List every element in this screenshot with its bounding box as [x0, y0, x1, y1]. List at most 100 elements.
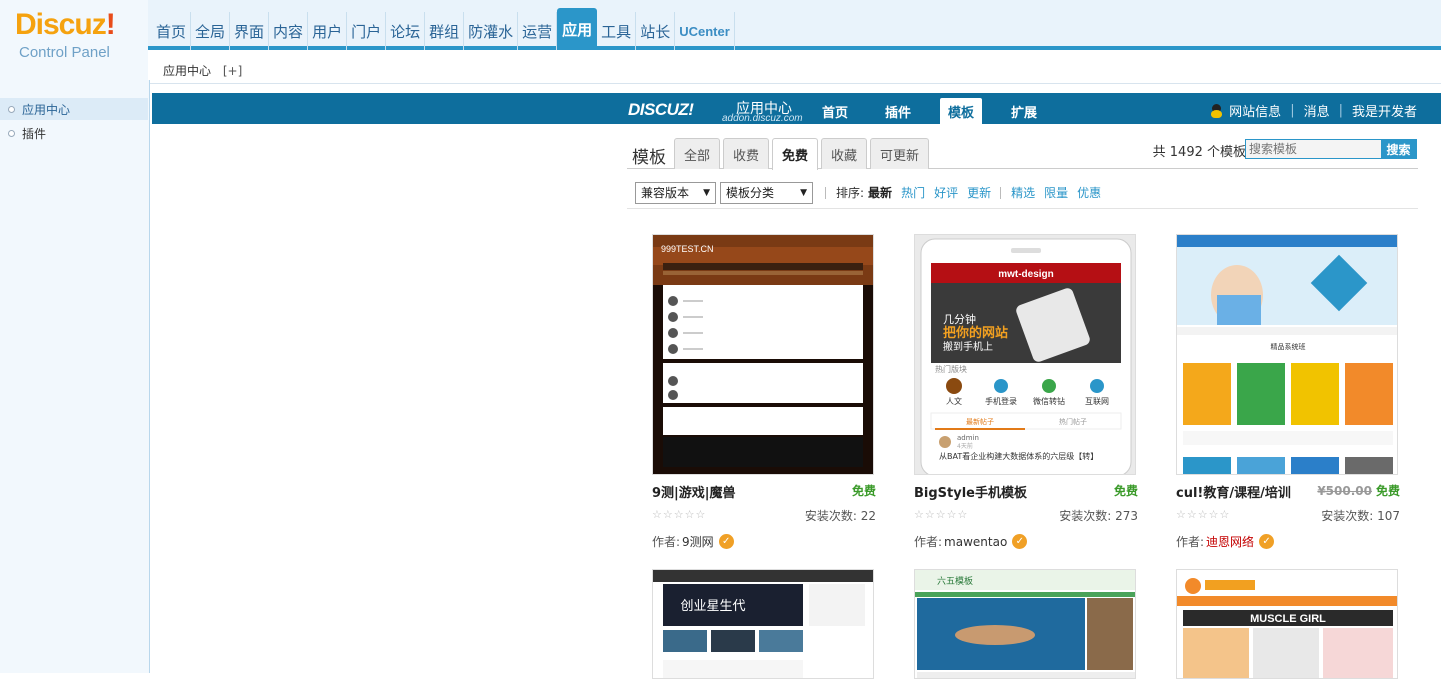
svg-text:几分钟: 几分钟 [943, 312, 976, 326]
top-nav-item[interactable]: 首页 [152, 12, 192, 50]
breadcrumb-bar: 应用中心 [+] [148, 54, 1441, 84]
svg-text:从BAT看企业构建大数据体系的六层级【转】: 从BAT看企业构建大数据体系的六层级【转】 [939, 451, 1098, 461]
tab-free[interactable]: 免费 [772, 138, 819, 170]
template-thumbnail[interactable]: 精品系统班 [1176, 234, 1398, 475]
rating-stars: ☆☆☆☆☆ [1176, 508, 1231, 521]
messages-link[interactable]: 消息 [1304, 101, 1330, 120]
top-header: Discuz! Control Panel 首页 全局 界面 内容 用户 门户 论坛 群组 防灌… [0, 0, 1441, 80]
top-nav-item[interactable]: 全局 [191, 12, 231, 50]
top-nav-item[interactable]: 门户 [347, 12, 387, 50]
filter-tabs-bar: 模板 全部 收费 免费 收藏 可更新 共 1492 个模板 搜索 [627, 137, 1418, 170]
svg-text:搬到手机上: 搬到手机上 [943, 340, 993, 353]
top-nav-item[interactable]: 内容 [269, 12, 309, 50]
site-info-link[interactable]: 网站信息 [1229, 101, 1281, 120]
author-link[interactable]: mawentao [944, 535, 1007, 549]
svg-text:MUSCLE GIRL: MUSCLE GIRL [1250, 613, 1326, 625]
top-nav-item[interactable]: 界面 [230, 12, 270, 50]
logo-subtitle: Control Panel [19, 44, 110, 61]
left-sidebar: 应用中心 插件 [0, 80, 150, 673]
svg-text:互联网: 互联网 [1085, 397, 1109, 406]
top-nav-item[interactable]: 防灌水 [464, 12, 519, 50]
template-author: 作者: 9测网 ✓ [652, 533, 734, 550]
svg-text:人文: 人文 [946, 396, 962, 406]
template-name[interactable]: cul!教育/课程/培训 [1176, 482, 1291, 501]
svg-text:mwt-design: mwt-design [998, 269, 1054, 280]
appcenter-tab[interactable]: 插件 [877, 98, 919, 124]
developer-link[interactable]: 我是开发者 [1352, 101, 1417, 120]
rating-stars: ☆☆☆☆☆ [914, 508, 969, 521]
top-nav-item[interactable]: UCenter [675, 12, 735, 50]
appcenter-logo[interactable]: DISCUZ! 应用中心 addon.discuz.com [628, 96, 808, 124]
top-nav-item[interactable]: 论坛 [386, 12, 426, 50]
sidebar-item-app-center[interactable]: 应用中心 [0, 98, 148, 120]
install-count: 安装次数: 22 [804, 509, 876, 523]
template-thumbnail[interactable]: MUSCLE GIRL [1176, 569, 1398, 679]
svg-text:admin: admin [957, 434, 979, 442]
sort-bar: 兼容版本 ▼ 模板分类 ▼ 排序: 最新 热门 好评 更新 精选 限量 优惠 [627, 177, 1418, 209]
template-thumbnail[interactable]: mwt-design 几分钟 把你的网站 搬到手机上 热门版块 人文 手机登录 微信… [914, 234, 1136, 475]
template-name[interactable]: 9测|游戏|魔兽 [652, 482, 736, 501]
discuz-logo[interactable]: Discuz! Control Panel [0, 0, 148, 80]
add-shortcut-button[interactable]: [+] [223, 64, 242, 78]
appcenter-user-links: 网站信息 | 消息 | 我是开发者 [1210, 101, 1417, 120]
appcenter-tab[interactable]: 模板 [940, 98, 983, 124]
logo-brand: Discuz! [15, 8, 116, 41]
rating-stars: ☆☆☆☆☆ [652, 508, 707, 521]
filter-limited[interactable]: 限量 [1044, 184, 1068, 201]
top-nav-item[interactable]: 用户 [308, 12, 348, 50]
category-select[interactable]: 模板分类 ▼ [720, 181, 813, 204]
install-count: 安装次数: 107 [1321, 509, 1400, 523]
top-nav-item[interactable]: 群组 [425, 12, 465, 50]
author-link[interactable]: 迪恩网络 [1206, 533, 1254, 550]
svg-text:4天前: 4天前 [957, 442, 973, 450]
tab-all[interactable]: 全部 [674, 138, 721, 169]
filter-featured[interactable]: 精选 [1011, 184, 1035, 201]
appcenter-bar: DISCUZ! 应用中心 addon.discuz.com 首页 插件 模板 扩展 网… [152, 93, 1441, 124]
sort-hot[interactable]: 热门 [901, 184, 925, 201]
top-nav-item[interactable]: 运营 [518, 12, 558, 50]
template-thumbnail[interactable]: 创业星生代 [652, 569, 874, 679]
svg-text:把你的网站: 把你的网站 [943, 325, 1008, 341]
top-nav-item[interactable]: 应用 [557, 8, 598, 50]
template-price: 免费 [851, 484, 876, 498]
author-link[interactable]: 9测网 [682, 533, 714, 550]
top-nav-item[interactable]: 工具 [597, 12, 637, 50]
version-select[interactable]: 兼容版本 ▼ [635, 181, 716, 204]
svg-text:热门帖子: 热门帖子 [1059, 417, 1087, 426]
dropdown-arrow-icon: ▼ [800, 187, 807, 198]
bullet-icon [8, 105, 15, 113]
svg-text:最新帖子: 最新帖子 [966, 417, 994, 426]
svg-text:精品系统班: 精品系统班 [1271, 342, 1306, 351]
dropdown-arrow-icon: ▼ [703, 187, 710, 198]
breadcrumb: 应用中心 [+] [163, 62, 242, 79]
sort-rating[interactable]: 好评 [934, 184, 958, 201]
sidebar-item-label: 插件 [22, 126, 47, 141]
svg-text:六五模板: 六五模板 [937, 575, 973, 587]
filter-discount[interactable]: 优惠 [1077, 184, 1101, 201]
tab-paid[interactable]: 收费 [723, 138, 770, 169]
svg-text:微信转钻: 微信转钻 [1033, 396, 1065, 406]
template-author: 作者: 迪恩网络 ✓ [1176, 533, 1275, 550]
sort-updated[interactable]: 更新 [967, 184, 991, 201]
install-count: 安装次数: 273 [1059, 509, 1138, 523]
svg-text:999TEST.CN: 999TEST.CN [661, 244, 714, 254]
breadcrumb-current[interactable]: 应用中心 [163, 64, 211, 78]
tab-favorites[interactable]: 收藏 [821, 138, 868, 169]
sort-label: 排序: [836, 186, 865, 200]
appcenter-tab[interactable]: 首页 [814, 98, 856, 124]
sort-newest[interactable]: 最新 [868, 184, 892, 201]
search-button[interactable]: 搜索 [1381, 140, 1416, 158]
tab-updatable[interactable]: 可更新 [870, 138, 930, 169]
template-name[interactable]: BigStyle手机模板 [914, 482, 1027, 501]
sidebar-item-label: 应用中心 [22, 102, 71, 117]
search-box: 搜索 [1245, 139, 1417, 159]
template-thumbnail[interactable]: 999TEST.CN [652, 234, 874, 475]
top-nav-item[interactable]: 站长 [636, 12, 676, 50]
template-thumbnail[interactable]: 六五模板 [914, 569, 1136, 679]
appcenter-nav: 首页 插件 模板 扩展 [814, 98, 1066, 124]
sidebar-item-plugins[interactable]: 插件 [0, 122, 148, 144]
search-input[interactable] [1246, 140, 1381, 158]
appcenter-tab[interactable]: 扩展 [1003, 98, 1045, 124]
appcenter-logo-mark: DISCUZ! [628, 100, 694, 119]
verified-badge-icon: ✓ [1259, 534, 1275, 549]
